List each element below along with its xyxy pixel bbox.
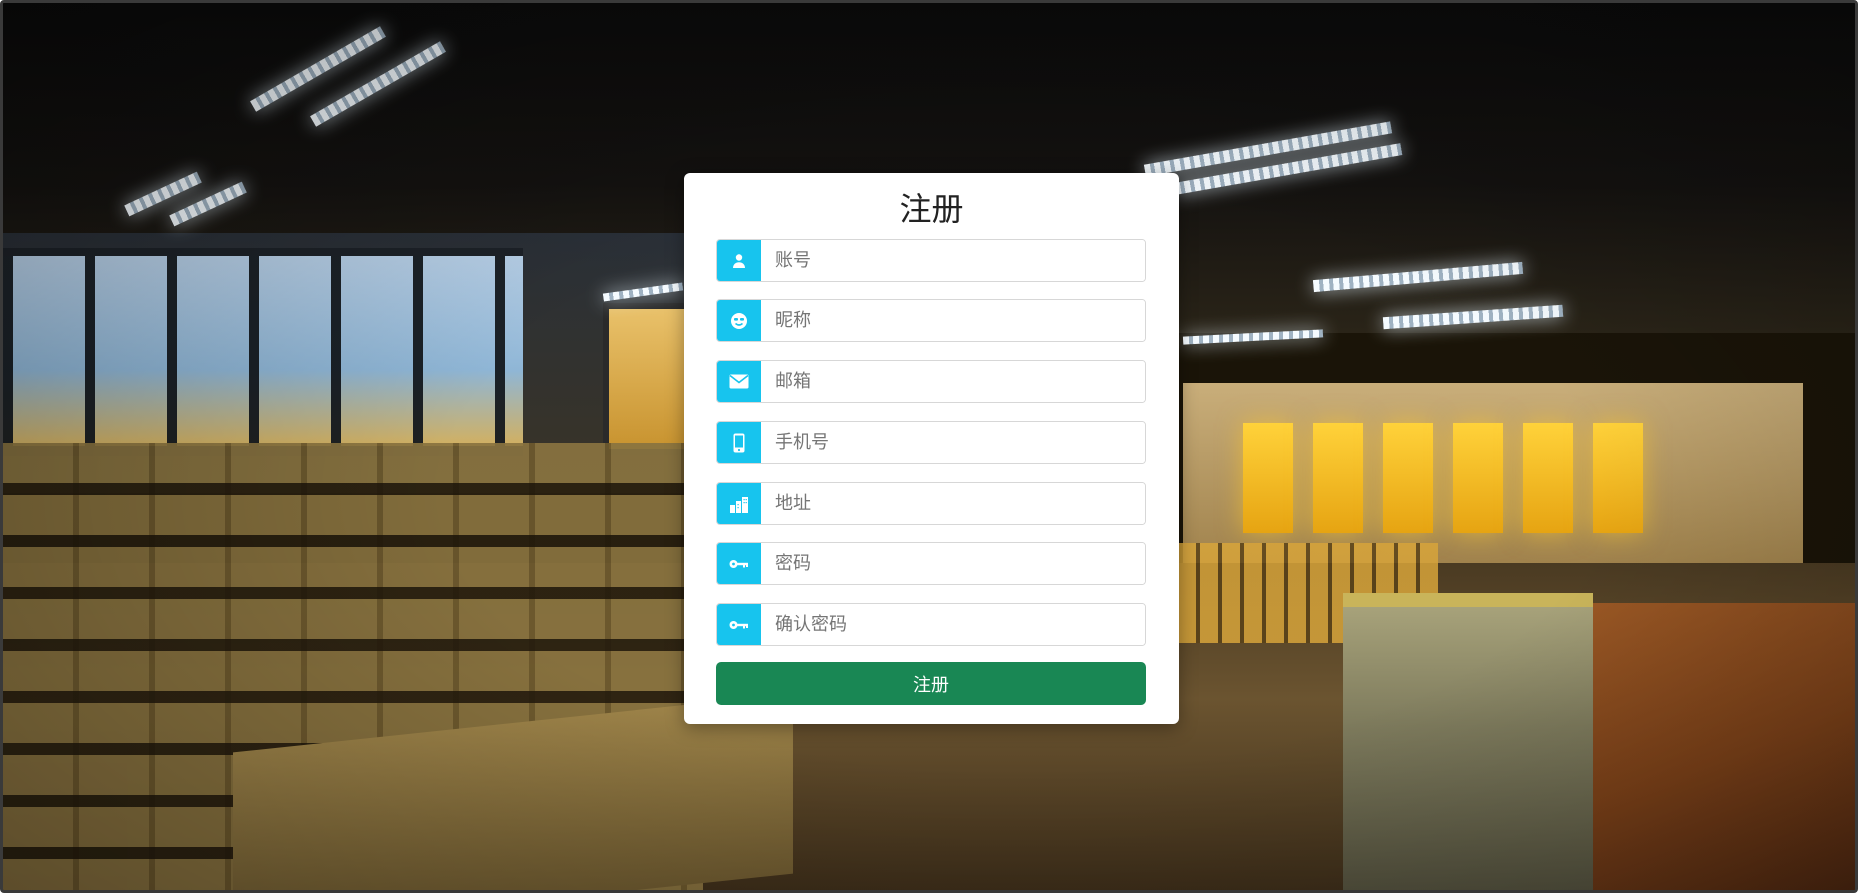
browser-viewport: 注册 账号 昵称 邮箱 手机号 地址 注册 [0, 0, 1858, 893]
address-input[interactable] [761, 483, 1145, 524]
confirm-password-input[interactable] [761, 604, 1145, 645]
envelope-icon [717, 361, 761, 402]
phone-icon [717, 422, 761, 463]
form-title: 注册 [899, 190, 964, 228]
smiley-icon [717, 300, 761, 341]
key-icon [717, 604, 761, 645]
key-icon [717, 543, 761, 584]
password-input[interactable] [761, 543, 1145, 584]
phone-input[interactable] [761, 422, 1145, 463]
account-field-group [716, 239, 1146, 282]
building-icon [717, 483, 761, 524]
phone-field-group [716, 421, 1146, 464]
register-button[interactable]: 注册 [716, 662, 1146, 705]
nickname-field-group [716, 299, 1146, 342]
address-field-group [716, 482, 1146, 525]
confirm-password-field-group [716, 603, 1146, 646]
user-icon [717, 240, 761, 281]
password-field-group [716, 542, 1146, 585]
nickname-input[interactable] [761, 300, 1145, 341]
email-field-group [716, 360, 1146, 403]
register-form-card: 注册 账号 昵称 邮箱 手机号 地址 注册 [684, 173, 1179, 724]
email-input[interactable] [761, 361, 1145, 402]
account-input[interactable] [761, 240, 1145, 281]
